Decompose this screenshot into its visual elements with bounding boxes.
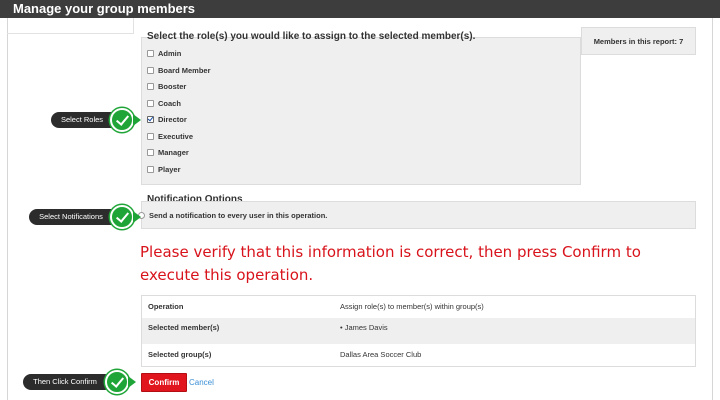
summary-key: Operation — [148, 302, 184, 311]
role-option-player[interactable]: Player — [147, 164, 181, 176]
members-count: Members in this report: 7 — [581, 27, 696, 55]
page-header: Manage your group members — [0, 0, 720, 18]
summary-key: Selected member(s) — [148, 323, 220, 332]
arrow-right-icon — [133, 114, 141, 126]
role-label: Manager — [158, 148, 189, 157]
table-row: Selected group(s) Dallas Area Soccer Clu… — [142, 344, 695, 366]
role-label: Executive — [158, 132, 194, 141]
role-label: Board Member — [158, 66, 211, 75]
role-option-director[interactable]: Director — [147, 114, 187, 126]
arrow-right-icon — [128, 376, 136, 388]
role-option-manager[interactable]: Manager — [147, 147, 189, 159]
left-column-edge — [133, 18, 134, 34]
roles-panel — [141, 37, 581, 185]
role-checkbox-checked[interactable] — [147, 115, 154, 123]
role-option-coach[interactable]: Coach — [147, 98, 181, 110]
verify-message: Please verify that this information is c… — [140, 243, 641, 284]
role-checkbox[interactable] — [147, 99, 154, 107]
role-label: Coach — [158, 99, 181, 108]
notification-option[interactable]: Send a notification to every user in thi… — [138, 211, 327, 221]
role-checkbox[interactable] — [147, 66, 154, 74]
role-label: Admin — [158, 49, 182, 58]
role-label: Booster — [158, 82, 187, 91]
check-icon — [110, 108, 134, 132]
callout-then-click-confirm: Then Click Confirm — [23, 374, 107, 390]
summary-value: • James Davis — [340, 323, 388, 332]
check-icon — [110, 205, 134, 229]
table-row: Operation Assign role(s) to member(s) wi… — [142, 296, 695, 318]
right-border — [712, 18, 713, 400]
role-option-admin[interactable]: Admin — [147, 48, 181, 60]
summary-key: Selected group(s) — [148, 350, 212, 359]
left-border — [7, 18, 8, 400]
check-icon — [105, 370, 129, 394]
role-checkbox[interactable] — [147, 132, 154, 140]
left-column-divider — [7, 33, 133, 34]
summary-table: Operation Assign role(s) to member(s) wi… — [141, 295, 696, 367]
role-label: Director — [158, 115, 187, 124]
role-checkbox[interactable] — [147, 165, 154, 173]
table-row: Selected member(s) • James Davis — [142, 318, 695, 344]
page-title: Manage your group members — [13, 1, 196, 16]
summary-value: Dallas Area Soccer Club — [340, 350, 422, 359]
callout-select-notifications: Select Notifications — [29, 209, 113, 225]
role-checkbox[interactable] — [147, 82, 154, 90]
notification-label: Send a notification to every user in thi… — [149, 211, 328, 220]
role-checkbox[interactable] — [147, 148, 154, 156]
role-label: Player — [158, 165, 181, 174]
roles-heading: Select the role(s) you would like to ass… — [147, 31, 476, 42]
role-option-board-member[interactable]: Board Member — [147, 65, 211, 77]
confirm-button[interactable]: Confirm — [141, 373, 187, 392]
role-checkbox[interactable] — [147, 49, 154, 57]
role-option-booster[interactable]: Booster — [147, 81, 186, 93]
arrow-right-icon — [133, 211, 141, 223]
callout-select-roles: Select Roles — [51, 112, 113, 128]
summary-value: Assign role(s) to member(s) within group… — [340, 302, 484, 311]
cancel-link[interactable]: Cancel — [189, 378, 214, 387]
role-option-executive[interactable]: Executive — [147, 131, 193, 143]
